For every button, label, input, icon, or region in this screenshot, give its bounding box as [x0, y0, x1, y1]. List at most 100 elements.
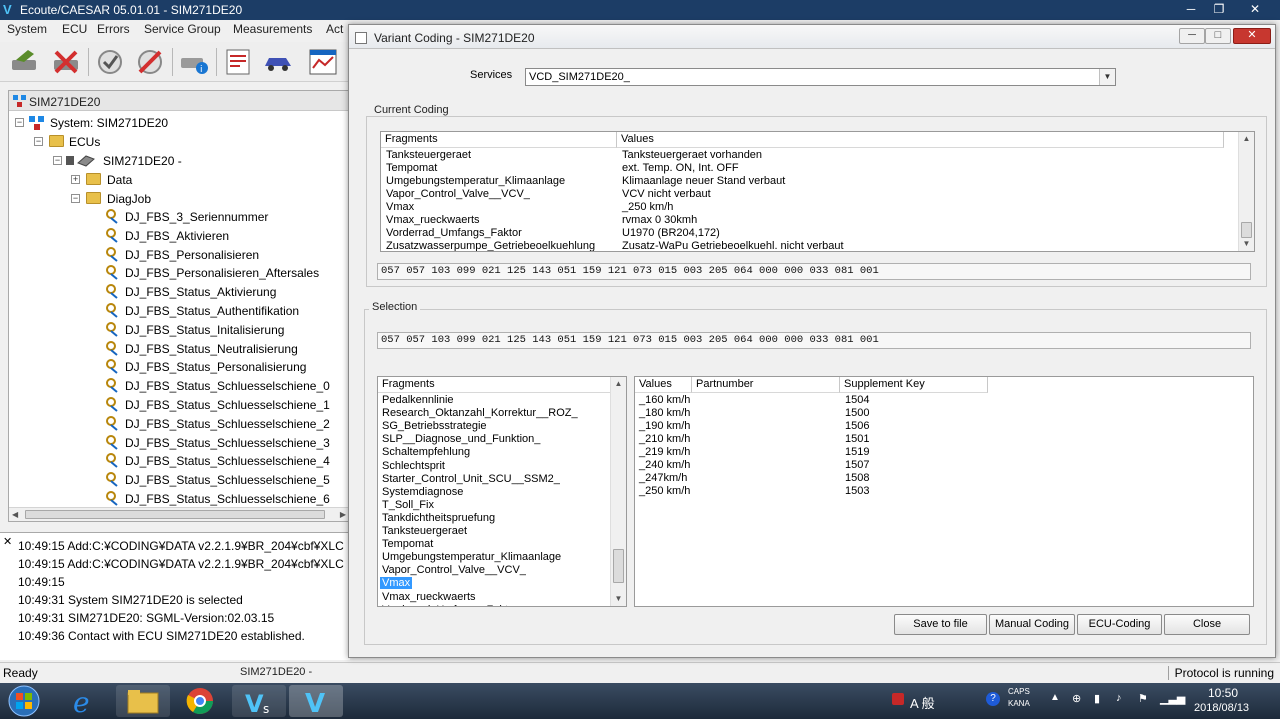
col-partnumber[interactable]: Partnumber — [692, 377, 840, 393]
scroll-down-icon[interactable]: ▼ — [611, 592, 626, 606]
chrome-icon[interactable] — [173, 685, 227, 717]
tree-node-diagjob-item[interactable]: DJ_FBS_Status_Personalisierung — [105, 358, 345, 376]
fragments-vscroll[interactable]: ▲ ▼ — [610, 377, 626, 606]
volume-icon[interactable]: ♪ — [1116, 692, 1122, 704]
close-button[interactable]: Close — [1164, 614, 1250, 635]
help-icon[interactable]: ? — [986, 692, 1000, 706]
collapse-icon[interactable]: − — [53, 156, 62, 165]
clock-date[interactable]: 2018/08/13 — [1194, 702, 1249, 714]
fragment-item[interactable]: Schaltempfehlung — [382, 446, 470, 458]
tree-node-data[interactable]: + Data — [71, 171, 271, 189]
main-titlebar[interactable]: V Ecoute/CAESAR 05.01.01 - SIM271DE20 ─ … — [0, 0, 1280, 20]
check-icon[interactable] — [94, 46, 126, 78]
chevron-down-icon[interactable]: ▼ — [1099, 69, 1115, 85]
fragment-item[interactable]: SLP__Diagnose_und_Funktion_ — [382, 433, 540, 445]
battery-icon[interactable]: ▮ — [1094, 692, 1100, 705]
action-center-icon[interactable]: ⚑ — [1138, 692, 1148, 705]
disconnect-icon[interactable] — [50, 46, 82, 78]
value-item[interactable]: _210 km/h — [639, 433, 690, 445]
col-supplement-key[interactable]: Supplement Key — [840, 377, 988, 393]
fragment-item[interactable]: Vapor_Control_Valve__VCV_ — [382, 564, 526, 576]
scroll-right-icon[interactable]: ▶ — [340, 508, 346, 521]
fragment-item[interactable]: Research_Oktanzahl_Korrektur__ROZ_ — [382, 407, 578, 419]
menu-errors[interactable]: Errors — [97, 22, 130, 36]
fragment-item[interactable]: Vorderrad_Umfangs_Faktor — [382, 604, 518, 606]
scroll-left-icon[interactable]: ◀ — [12, 508, 18, 521]
dialog-close-icon[interactable]: ✕ — [1233, 28, 1271, 44]
fragment-item[interactable]: Vmax — [380, 577, 413, 590]
value-item[interactable]: _240 km/h — [639, 459, 690, 471]
network-tray-icon[interactable]: ⊕ — [1072, 692, 1081, 705]
collapse-icon[interactable]: − — [15, 118, 24, 127]
tray-expand-icon[interactable]: ▲ — [1050, 692, 1060, 703]
scroll-up-icon[interactable]: ▲ — [611, 377, 626, 391]
fragment-item[interactable]: Umgebungstemperatur_Klimaanlage — [382, 551, 561, 563]
value-item[interactable]: _160 km/h — [639, 394, 690, 406]
fragment-item[interactable]: T_Soll_Fix — [382, 499, 434, 511]
services-combo[interactable]: VCD_SIM271DE20_ ▼ — [525, 68, 1116, 86]
collapse-icon[interactable]: − — [71, 194, 80, 203]
ime-indicator[interactable]: A 般 — [910, 693, 935, 712]
ecu-coding-button[interactable]: ECU-Coding — [1077, 614, 1162, 635]
value-item[interactable]: _247km/h — [639, 472, 687, 484]
close-log-icon[interactable]: ✕ — [3, 535, 12, 548]
tree-node-ecus[interactable]: − ECUs — [34, 133, 334, 151]
maximize-icon[interactable]: ❐ — [1206, 0, 1232, 20]
fragment-item[interactable]: Schlechtsprit — [382, 460, 445, 472]
vehicle-icon[interactable] — [262, 46, 294, 78]
tree-node-diagjob-item[interactable]: DJ_FBS_Status_Schluesselschiene_5 — [105, 471, 345, 489]
fragment-item[interactable]: SG_Betriebsstrategie — [382, 420, 487, 432]
tree-node-diagjob-item[interactable]: DJ_FBS_Status_Initalisierung — [105, 321, 345, 339]
tree-node-diagjob-item[interactable]: DJ_FBS_Aktivieren — [105, 227, 345, 245]
tree-node-diagjob-item[interactable]: DJ_FBS_Status_Neutralisierung — [105, 340, 345, 358]
value-item[interactable]: _190 km/h — [639, 420, 690, 432]
ecu-info-icon[interactable]: i — [178, 46, 210, 78]
tree-node-diagjob-item[interactable]: DJ_FBS_Status_Authentifikation — [105, 302, 345, 320]
dialog-minimize-icon[interactable]: ─ — [1179, 28, 1205, 44]
start-button-icon[interactable] — [6, 685, 42, 717]
tree-node-diagjob-item[interactable]: DJ_FBS_3_Seriennummer — [105, 208, 345, 226]
dialog-maximize-icon[interactable]: □ — [1205, 28, 1231, 44]
report-icon[interactable] — [222, 46, 254, 78]
caesar-app-icon[interactable]: V — [289, 685, 343, 717]
fragment-item[interactable]: Vmax_rueckwaerts — [382, 591, 476, 603]
col-values[interactable]: Values — [617, 132, 1224, 148]
menu-measurements[interactable]: Measurements — [233, 22, 312, 36]
tree-node-diagjob[interactable]: − DiagJob — [71, 190, 271, 208]
no-check-icon[interactable] — [134, 46, 166, 78]
menu-ecu[interactable]: ECU — [62, 22, 87, 36]
file-explorer-icon[interactable] — [116, 685, 170, 717]
connect-icon[interactable] — [8, 46, 40, 78]
col-values[interactable]: Values — [635, 377, 692, 393]
scroll-up-icon[interactable]: ▲ — [1239, 132, 1254, 146]
menu-service-group[interactable]: Service Group — [144, 22, 221, 36]
minimize-icon[interactable]: ─ — [1178, 0, 1204, 20]
fragments-scroll-thumb[interactable] — [613, 549, 624, 583]
expand-icon[interactable]: + — [71, 175, 80, 184]
scroll-down-icon[interactable]: ▼ — [1239, 237, 1254, 251]
signal-icon[interactable]: ▁▃▅ — [1160, 692, 1185, 705]
tree-node-diagjob-item[interactable]: DJ_FBS_Status_Aktivierung — [105, 283, 345, 301]
tree-hscroll[interactable]: ◀ ▶ — [9, 507, 349, 521]
tree-node-system[interactable]: − System: SIM271DE20 — [15, 114, 345, 132]
tree-node-diagjob-item[interactable]: DJ_FBS_Status_Schluesselschiene_2 — [105, 415, 345, 433]
internet-explorer-icon[interactable]: e — [56, 685, 110, 717]
tree-node-diagjob-item[interactable]: DJ_FBS_Status_Schluesselschiene_1 — [105, 396, 345, 414]
tree-node-diagjob-item[interactable]: DJ_FBS_Personalisieren — [105, 246, 345, 264]
tree-node-diagjob-item[interactable]: DJ_FBS_Status_Schluesselschiene_6 — [105, 490, 345, 508]
manual-coding-button[interactable]: Manual Coding — [989, 614, 1075, 635]
col-fragments[interactable]: Fragments — [378, 377, 611, 393]
save-to-file-button[interactable]: Save to file — [894, 614, 987, 635]
tree-node-diagjob-item[interactable]: DJ_FBS_Status_Schluesselschiene_3 — [105, 434, 345, 452]
tree-node-diagjob-item[interactable]: DJ_FBS_Personalisieren_Aftersales — [105, 264, 345, 282]
tree-node-ecu[interactable]: − SIM271DE20 - — [53, 152, 349, 170]
fragments-list[interactable]: Fragments Pedalkennlinie Research_Oktanza… — [377, 376, 627, 607]
menu-actuations[interactable]: Act — [326, 22, 343, 36]
current-coding-vscroll[interactable]: ▲ ▼ — [1238, 132, 1254, 251]
value-item[interactable]: _219 km/h — [639, 446, 690, 458]
clock-time[interactable]: 10:50 — [1208, 686, 1238, 700]
value-item[interactable]: _250 km/h — [639, 485, 690, 497]
col-fragments[interactable]: Fragments — [381, 132, 617, 148]
flag-icon[interactable] — [892, 693, 904, 705]
fragment-item[interactable]: Systemdiagnose — [382, 486, 463, 498]
